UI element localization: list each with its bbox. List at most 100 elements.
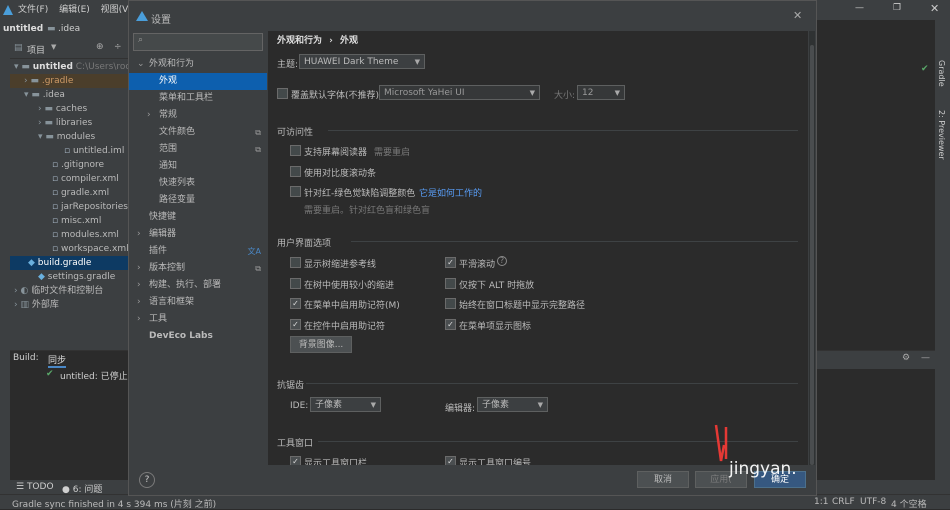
sidebar-item-plugins[interactable]: 插件 文A	[129, 243, 267, 260]
settings-search-input[interactable]: ⌕	[133, 33, 263, 51]
sidebar-item-editor[interactable]: › 编辑器	[129, 226, 267, 243]
tool-windows-heading: 工具窗口	[277, 439, 314, 449]
chevron-down-icon: ▼	[529, 89, 535, 97]
font-override-checkbox[interactable]	[277, 88, 288, 99]
sidebar-item-file-colors[interactable]: 文件颜色 ⧉	[129, 124, 267, 141]
menu-edit[interactable]: 编辑(E)	[59, 0, 90, 20]
editor-antialias-label: 编辑器:	[445, 404, 476, 414]
tree-item-root[interactable]: ▾ ▬ untitled C:\Users\roo	[10, 60, 130, 74]
color-blind-hint: 需要重启。针对红色盲和绿色盲	[304, 206, 431, 216]
project-name[interactable]: untitled	[3, 24, 43, 34]
smooth-scrolling-checkbox[interactable]: ✓	[445, 257, 456, 268]
status-indent[interactable]: 4 个空格	[891, 497, 927, 510]
smooth-scrolling-label: 平滑滚动	[459, 260, 496, 270]
tree-item-build-gradle[interactable]: ◆ build.gradle	[10, 256, 130, 270]
search-icon: ⌕	[138, 35, 144, 45]
sidebar-item-notifications[interactable]: 通知	[129, 158, 267, 175]
dialog-footer: ? 取消 应用( 确定 jingyan.	[129, 424, 816, 495]
app-logo-icon	[3, 5, 13, 15]
project-scope-icon: ⧉	[255, 264, 261, 273]
sidebar-item-languages[interactable]: › 语言和框架	[129, 294, 267, 311]
hide-panel-icon[interactable]: —	[921, 353, 930, 363]
content-scrollbar[interactable]	[809, 31, 815, 465]
full-path-title-checkbox[interactable]	[445, 298, 456, 309]
sidebar-item-general[interactable]: › 常规	[129, 107, 267, 124]
control-mnemonics-checkbox[interactable]: ✓	[290, 319, 301, 330]
color-blind-label: 针对红-绿色觉缺陷调整颜色	[304, 189, 416, 199]
sidebar-item-menus-toolbars[interactable]: 菜单和工具栏	[129, 90, 267, 107]
sidebar-item-appearance[interactable]: 外观	[129, 73, 267, 90]
settings-sidebar: ⌕ ⌄ 外观和行为 外观 菜单和工具栏 › 常规 文件颜色 ⧉ 范围 ⧉ 通知 快速列表…	[129, 31, 267, 495]
font-size-select[interactable]: 12 ▼	[577, 85, 625, 100]
window-restore-button[interactable]: ❐	[893, 3, 901, 13]
tree-item-gitignore[interactable]: ▫ .gitignore	[10, 158, 130, 172]
status-text: Gradle sync finished in 4 s 394 ms (片刻 之…	[12, 500, 217, 510]
color-blind-help-link[interactable]: 它是如何工作的	[419, 186, 482, 199]
tree-item-jar-repositories[interactable]: ▫ jarRepositories.	[10, 200, 130, 214]
tree-item-caches[interactable]: › ▬ caches	[10, 102, 130, 116]
tree-item-modules-xml[interactable]: ▫ modules.xml	[10, 228, 130, 242]
theme-select[interactable]: HUAWEI Dark Theme ▼	[299, 54, 425, 69]
tree-item-scratches[interactable]: › ◐ 临时文件和控制台	[10, 284, 130, 298]
locate-icon[interactable]: ⊕	[96, 42, 104, 52]
window-minimize-button[interactable]: —	[855, 3, 864, 13]
tree-item-untitled-iml[interactable]: ▫ untitled.iml	[10, 144, 130, 158]
help-icon[interactable]: ?	[497, 256, 507, 266]
menu-icons-checkbox[interactable]: ✓	[445, 319, 456, 330]
help-button[interactable]: ?	[139, 472, 155, 488]
status-line-separator[interactable]: CRLF	[832, 497, 855, 507]
tree-item-workspace-xml[interactable]: ▫ workspace.xml	[10, 242, 130, 256]
sidebar-item-build[interactable]: › 构建、执行、部署	[129, 277, 267, 294]
project-tree: ▾ ▬ untitled C:\Users\roo › ▬ .gradle ▾ …	[10, 60, 130, 312]
tree-item-idea[interactable]: ▾ ▬ .idea	[10, 88, 130, 102]
sidebar-item-tools[interactable]: › 工具	[129, 311, 267, 328]
window-close-button[interactable]: ✕	[930, 2, 939, 15]
tree-item-external-libs[interactable]: › ▥ 外部库	[10, 298, 130, 312]
tree-item-gradle[interactable]: › ▬ .gradle	[10, 74, 130, 88]
previewer-tool-tab[interactable]: 2: Previewer	[937, 110, 946, 160]
gradle-tool-tab[interactable]: Gradle	[937, 60, 946, 87]
tree-item-gradle-xml[interactable]: ▫ gradle.xml	[10, 186, 130, 200]
collapse-icon[interactable]: ÷	[114, 42, 122, 52]
ide-antialias-label: IDE:	[290, 401, 309, 411]
build-panel: Build: 同步 ✔ untitled: 已停止	[10, 350, 130, 481]
build-tab-sync[interactable]: 同步	[48, 353, 67, 368]
font-select[interactable]: Microsoft YaHei UI ▼	[379, 85, 540, 100]
menu-mnemonics-checkbox[interactable]: ✓	[290, 298, 301, 309]
menu-file[interactable]: 文件(F)	[18, 0, 48, 20]
tree-item-settings-gradle[interactable]: ◆ settings.gradle	[10, 270, 130, 284]
sidebar-item-appearance-behavior[interactable]: ⌄ 外观和行为	[129, 56, 267, 73]
scrollbar-thumb[interactable]	[810, 45, 814, 465]
chevron-down-icon[interactable]: ▼	[51, 43, 56, 51]
contrast-scrollbars-checkbox[interactable]	[290, 166, 301, 177]
sidebar-item-path-variables[interactable]: 路径变量	[129, 192, 267, 209]
cancel-button[interactable]: 取消	[637, 471, 689, 488]
color-blind-checkbox[interactable]	[290, 186, 301, 197]
dialog-close-button[interactable]: ✕	[793, 9, 802, 22]
ide-antialias-select[interactable]: 子像素 ▼	[310, 397, 381, 412]
tree-indent-guides-checkbox[interactable]	[290, 257, 301, 268]
dnd-alt-checkbox[interactable]	[445, 278, 456, 289]
tree-item-modules[interactable]: ▾ ▬ modules	[10, 130, 130, 144]
dnd-alt-label: 仅按下 ALT 时拖放	[459, 281, 535, 291]
project-tab[interactable]: 项目	[27, 43, 45, 56]
watermark-text: jingyan.	[729, 459, 797, 479]
sidebar-item-deveco-labs[interactable]: DevEco Labs	[129, 328, 267, 345]
status-encoding[interactable]: UTF-8	[860, 497, 886, 507]
sidebar-item-vcs[interactable]: › 版本控制 ⧉	[129, 260, 267, 277]
status-position[interactable]: 1:1	[814, 497, 828, 507]
small-tree-indent-checkbox[interactable]	[290, 278, 301, 289]
breadcrumb: 外观和行为 › 外观	[277, 33, 358, 46]
sidebar-item-keymap[interactable]: 快捷键	[129, 209, 267, 226]
settings-gear-icon[interactable]: ⚙	[902, 353, 910, 363]
todo-tab[interactable]: ☰ TODO	[16, 482, 54, 492]
sidebar-item-scopes[interactable]: 范围 ⧉	[129, 141, 267, 158]
screen-reader-checkbox[interactable]	[290, 145, 301, 156]
project-folder[interactable]: .idea	[58, 24, 80, 34]
tree-item-libraries[interactable]: › ▬ libraries	[10, 116, 130, 130]
sidebar-item-quick-lists[interactable]: 快速列表	[129, 175, 267, 192]
editor-antialias-select[interactable]: 子像素 ▼	[477, 397, 548, 412]
tree-item-misc-xml[interactable]: ▫ misc.xml	[10, 214, 130, 228]
background-image-button[interactable]: 背景图像...	[290, 336, 352, 353]
tree-item-compiler-xml[interactable]: ▫ compiler.xml	[10, 172, 130, 186]
